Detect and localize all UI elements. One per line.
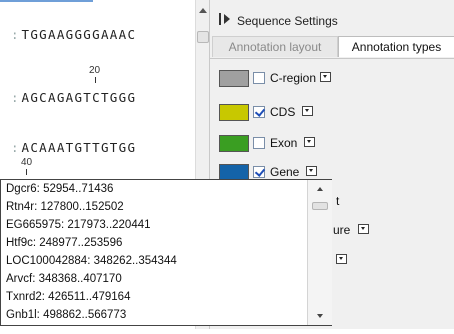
annotation-type-row: C-region <box>210 70 454 94</box>
tab-divider <box>210 58 454 59</box>
check-icon <box>254 166 266 177</box>
tab-bar: Annotation layout Annotation types <box>210 36 454 58</box>
scroll-up-icon[interactable] <box>199 8 207 13</box>
annotation-type-row: Exon <box>210 135 454 159</box>
list-item[interactable]: Rtn4r: 127800..152502 <box>6 201 124 213</box>
row-marker: : <box>11 140 19 155</box>
color-swatch[interactable] <box>219 135 249 152</box>
dropdown-icon[interactable] <box>320 72 331 82</box>
color-swatch[interactable] <box>219 104 249 121</box>
annotation-checkbox[interactable] <box>253 166 266 178</box>
list-item[interactable]: Htf9c: 248977..253596 <box>6 237 122 249</box>
list-item[interactable]: Dgcr6: 52954..71436 <box>6 183 113 195</box>
sequence-row[interactable]: : TGGAAGGGGAAAC <box>11 27 136 42</box>
ruler-label: 40 <box>21 157 33 168</box>
annotation-checkbox[interactable] <box>253 137 265 149</box>
annotation-checkbox[interactable] <box>253 106 266 118</box>
panel-header[interactable]: Sequence Settings <box>210 0 454 36</box>
ruler-label: 20 <box>89 65 101 76</box>
dropdown-icon[interactable] <box>302 106 313 116</box>
ruler-tick <box>26 169 27 175</box>
check-icon <box>254 106 266 117</box>
scroll-thumb[interactable] <box>197 31 209 43</box>
collapse-bar-icon[interactable] <box>219 13 221 25</box>
dropdown-icon[interactable] <box>358 224 369 234</box>
list-item[interactable]: LOC100042884: 348262..354344 <box>6 255 177 267</box>
annotation-label: ure <box>333 223 351 237</box>
collapse-arrow-icon[interactable] <box>224 14 230 24</box>
row-marker: : <box>11 90 19 105</box>
annotation-type-row: CDS <box>210 104 454 128</box>
ruler-tick <box>95 77 96 83</box>
annotation-checkbox[interactable] <box>253 72 265 84</box>
annotation-label: t <box>336 194 340 208</box>
list-item[interactable]: Arvcf: 348368..407170 <box>6 273 122 285</box>
color-swatch[interactable] <box>219 70 249 87</box>
tab-annotation-layout[interactable]: Annotation layout <box>212 36 338 57</box>
list-item[interactable]: Txnrd2: 426511..479164 <box>6 291 130 303</box>
annotation-label: CDS <box>270 105 296 119</box>
selection-indicator <box>0 0 93 2</box>
sequence-bases: AGCAGAGTCTGGG <box>21 90 137 105</box>
dropdown-icon[interactable] <box>306 166 317 176</box>
annotation-label: Exon <box>270 136 298 150</box>
dropdown-icon[interactable] <box>336 254 347 264</box>
sequence-bases: TGGAAGGGGAAAC <box>21 27 137 42</box>
dropdown-icon[interactable] <box>304 137 315 147</box>
row-marker: : <box>11 27 19 42</box>
sequence-row[interactable]: : AGCAGAGTCTGGG <box>11 90 136 105</box>
list-item[interactable]: EG665975: 217973..220441 <box>6 219 151 231</box>
annotation-label: Gene <box>270 165 300 179</box>
popup-scrollbar[interactable] <box>307 180 332 325</box>
sequence-bases: ACAAATGTTGTGG <box>21 140 137 155</box>
panel-title: Sequence Settings <box>237 14 338 28</box>
gene-list-popup[interactable]: Dgcr6: 52954..71436 Rtn4r: 127800..15250… <box>0 179 332 326</box>
annotation-label: C-region <box>270 71 317 85</box>
scroll-thumb[interactable] <box>312 202 328 210</box>
scroll-down-icon[interactable] <box>317 314 323 318</box>
scroll-up-icon[interactable] <box>317 187 323 191</box>
sequence-row[interactable]: : ACAAATGTTGTGG <box>11 140 136 155</box>
list-item[interactable]: Gnb1l: 498862..566773 <box>6 309 126 321</box>
tab-annotation-types[interactable]: Annotation types <box>338 36 454 57</box>
